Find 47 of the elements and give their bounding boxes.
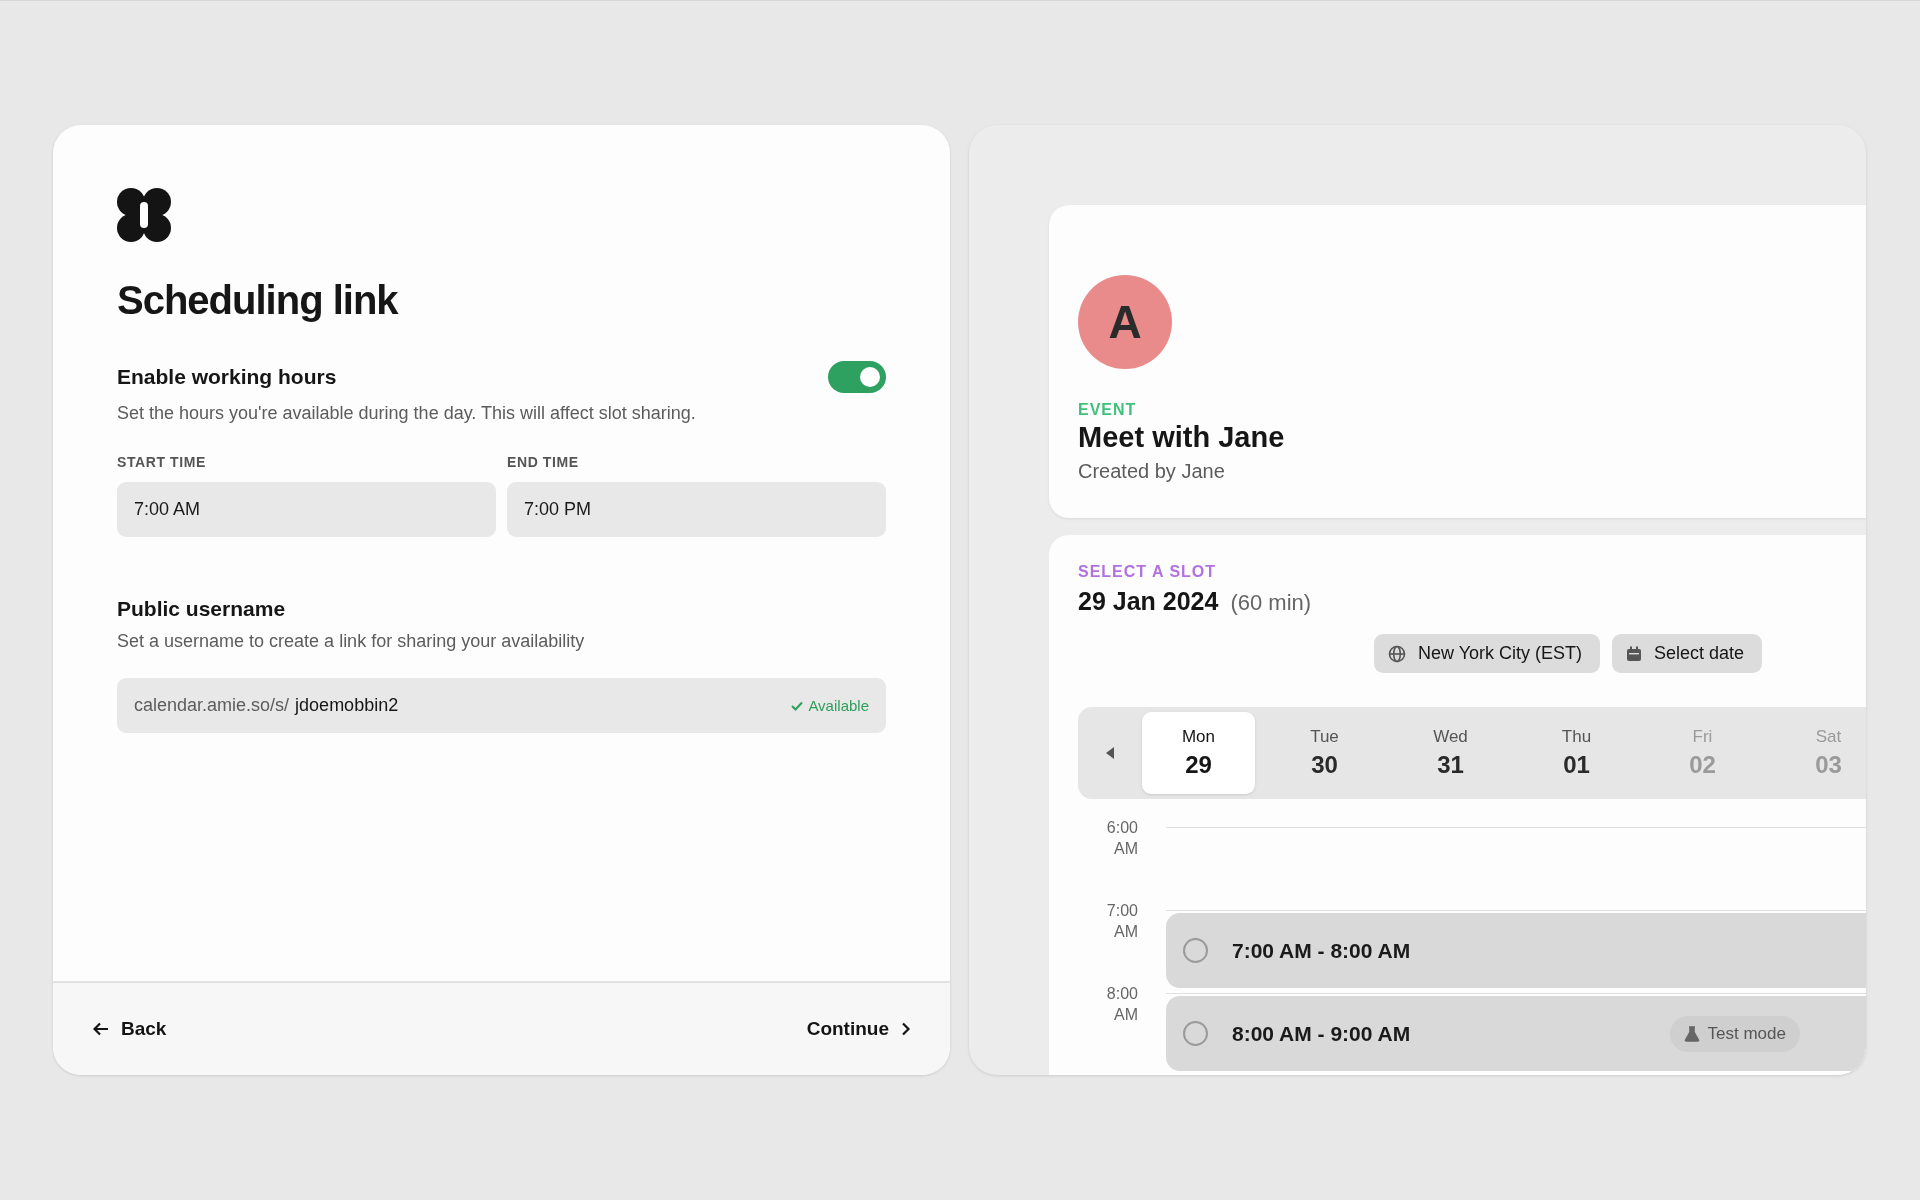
radio-button[interactable] bbox=[1183, 1021, 1208, 1046]
globe-icon bbox=[1388, 644, 1406, 663]
arrow-left-icon bbox=[93, 1022, 109, 1036]
time-slot[interactable]: 7:00 AM - 8:00 AM bbox=[1166, 913, 1866, 988]
time-slot[interactable]: 8:00 AM - 9:00 AM Test mode bbox=[1166, 996, 1866, 1071]
page-title: Scheduling link bbox=[117, 278, 400, 323]
avatar: A bbox=[1078, 275, 1172, 369]
continue-button[interactable]: Continue bbox=[802, 1014, 915, 1044]
slot-time: 8:00 AM - 9:00 AM bbox=[1232, 1021, 1411, 1046]
working-hours-toggle[interactable] bbox=[828, 361, 886, 393]
calendar-icon bbox=[1626, 645, 1643, 662]
hour-label: 8:00 AM bbox=[1106, 984, 1139, 1025]
day-tab[interactable]: Tue 30 bbox=[1268, 712, 1381, 794]
section-description: Set a username to create a link for sharing your availability bbox=[117, 631, 586, 652]
section-title: Public username bbox=[117, 597, 287, 621]
hour-label: 6:00 AM bbox=[1106, 818, 1139, 859]
section-title: Enable working hours bbox=[117, 365, 337, 389]
hour-label: 7:00 AM bbox=[1106, 901, 1139, 942]
day-tab[interactable]: Thu 01 bbox=[1520, 712, 1633, 794]
logo-icon bbox=[117, 188, 171, 242]
time-field[interactable]: 7:00 PM bbox=[507, 482, 886, 537]
username-field[interactable]: calendar.amie.so/s/ jdoemobbin2 Available bbox=[117, 678, 886, 733]
duration: (60 min) bbox=[1230, 590, 1312, 616]
username-value: jdoemobbin2 bbox=[295, 695, 399, 716]
radio-button[interactable] bbox=[1183, 938, 1208, 963]
selected-date: 29 Jan 2024 bbox=[1078, 587, 1219, 616]
availability-status: Available bbox=[808, 697, 869, 714]
field-label: START TIME bbox=[117, 454, 207, 470]
day-tab[interactable]: Mon 29 bbox=[1142, 712, 1255, 794]
triangle-left-icon bbox=[1106, 747, 1114, 759]
select-date-button[interactable]: Select date bbox=[1612, 634, 1763, 673]
event-title: Meet with Jane bbox=[1078, 421, 1286, 454]
time-field[interactable]: 7:00 AM bbox=[117, 482, 496, 537]
back-button[interactable]: Back bbox=[89, 1014, 171, 1044]
url-prefix: calendar.amie.so/s/ bbox=[134, 695, 290, 716]
flask-icon bbox=[1683, 1025, 1700, 1042]
chevron-right-icon bbox=[901, 1022, 911, 1036]
timezone-button[interactable]: New York City (EST) bbox=[1374, 634, 1601, 673]
test-mode-badge: Test mode bbox=[1669, 1015, 1800, 1052]
slot-time: 7:00 AM - 8:00 AM bbox=[1232, 938, 1411, 963]
section-description: Set the hours you're available during the day. This will affect slot sharing. bbox=[117, 403, 697, 424]
event-eyebrow: EVENT bbox=[1078, 401, 1138, 419]
day-tab[interactable]: Wed 31 bbox=[1394, 712, 1507, 794]
check-icon bbox=[791, 700, 804, 711]
field-label: END TIME bbox=[507, 454, 580, 470]
slot-eyebrow: SELECT A SLOT bbox=[1078, 563, 1218, 581]
event-creator: Created by Jane bbox=[1078, 460, 1226, 483]
